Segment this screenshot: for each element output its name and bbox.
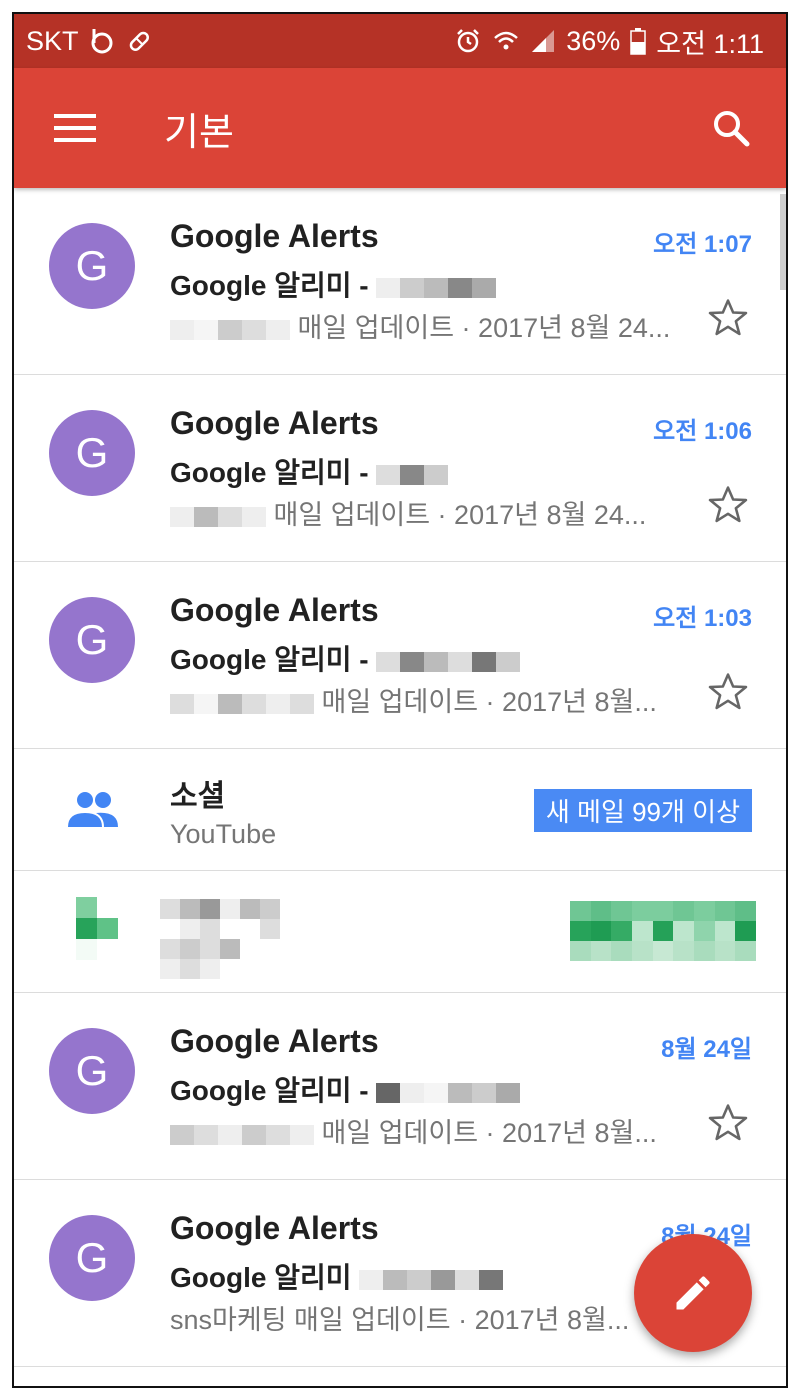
email-row[interactable]: G Google Alerts 오전 1:03 Google 알리미 - 매일 …: [14, 562, 786, 749]
email-snippet-text: 매일 업데이트 · 2017년 8월 24...: [297, 313, 671, 343]
battery-percent: 36%: [566, 25, 621, 56]
status-bar-right: 36% 오전 1:11: [454, 22, 764, 61]
search-button[interactable]: [696, 93, 766, 163]
email-time: 오전 1:03: [653, 605, 752, 632]
redacted-row[interactable]: [14, 871, 786, 993]
star-icon[interactable]: [706, 296, 750, 340]
status-bar: SKT 36% 오전 1:11: [14, 14, 786, 68]
avatar[interactable]: G: [49, 223, 135, 309]
redacted-text: [376, 277, 497, 298]
email-subject-text: Google 알리미: [170, 1262, 352, 1293]
email-subject-text: Google 알리미 -: [170, 1075, 369, 1106]
email-subject-text: Google 알리미 -: [170, 270, 369, 301]
email-row[interactable]: G Google Alerts 8월 24일 Google 알리미 - 매일 업…: [14, 993, 786, 1180]
redacted-text: [376, 651, 521, 672]
signal-icon: [530, 28, 556, 54]
email-time: 8월 24일: [661, 1036, 752, 1063]
email-subject: Google 알리미 -: [170, 451, 449, 491]
page-title: 기본: [164, 111, 234, 154]
email-sender: Google Alerts: [170, 405, 379, 441]
hamburger-menu-icon: [54, 114, 96, 142]
clock: 오전 1:11: [656, 28, 764, 59]
email-subject: Google 알리미 -: [170, 1069, 521, 1109]
email-snippet: sns마케팅 매일 업데이트 · 2017년 8월...: [170, 1305, 630, 1335]
battery-icon: [630, 27, 647, 55]
avatar[interactable]: G: [49, 410, 135, 496]
redacted-text: [170, 693, 314, 714]
redacted-banner: [570, 901, 756, 961]
email-sender: Google Alerts: [170, 1210, 379, 1246]
email-time: 오전 1:06: [653, 418, 752, 445]
menu-button[interactable]: [40, 93, 110, 163]
new-mail-badge: 새 메일 99개 이상: [533, 789, 752, 832]
category-social[interactable]: 소셜 YouTube 새 메일 99개 이상: [14, 749, 786, 871]
email-sender: Google Alerts: [170, 1023, 379, 1059]
b-app-icon: [89, 27, 115, 55]
category-subtitle: YouTube: [170, 819, 277, 849]
email-row[interactable]: G Google Alerts 오전 1:06 Google 알리미 - 매일 …: [14, 375, 786, 562]
redacted-text: [359, 1269, 504, 1290]
redacted-text: [170, 319, 290, 340]
redacted-text: [170, 506, 266, 527]
email-row[interactable]: G Google Alerts 오전 1:07 Google 알리미 - 매일 …: [14, 188, 786, 375]
email-snippet-text: 매일 업데이트 · 2017년 8월...: [321, 1118, 657, 1148]
category-title: 소셜: [170, 780, 226, 813]
star-icon[interactable]: [706, 1101, 750, 1145]
avatar[interactable]: G: [49, 1028, 135, 1114]
status-bar-left: SKT: [26, 26, 153, 57]
mail-list: G Google Alerts 오전 1:07 Google 알리미 - 매일 …: [14, 188, 786, 1367]
email-snippet-text: 매일 업데이트 · 2017년 8월 24...: [273, 500, 647, 530]
app-bar: 기본: [14, 68, 786, 188]
email-snippet: 매일 업데이트 · 2017년 8월 24...: [170, 306, 710, 345]
email-subject: Google 알리미: [170, 1256, 504, 1296]
email-sender: Google Alerts: [170, 592, 379, 628]
email-subject: Google 알리미 -: [170, 638, 521, 678]
search-icon: [714, 111, 750, 147]
email-snippet: 매일 업데이트 · 2017년 8월...: [170, 1111, 710, 1150]
email-subject-text: Google 알리미 -: [170, 457, 369, 488]
email-sender: Google Alerts: [170, 218, 379, 254]
redacted-text: [376, 464, 449, 485]
pill-icon: [125, 27, 153, 55]
redacted-text: [170, 1124, 314, 1145]
compose-button[interactable]: [634, 1234, 752, 1352]
wifi-icon: [492, 27, 520, 55]
carrier-label: SKT: [26, 25, 79, 56]
redacted-text: [376, 1082, 521, 1103]
redacted-logo: [76, 897, 118, 961]
alarm-icon: [454, 27, 482, 55]
email-snippet-text: 매일 업데이트 · 2017년 8월...: [321, 687, 657, 717]
avatar[interactable]: G: [49, 1215, 135, 1301]
avatar[interactable]: G: [49, 597, 135, 683]
email-snippet: 매일 업데이트 · 2017년 8월...: [170, 680, 710, 719]
email-time: 오전 1:07: [653, 231, 752, 258]
pencil-icon: [676, 1276, 710, 1310]
email-subject: Google 알리미 -: [170, 264, 497, 304]
phone-screen: SKT 36% 오전 1:11 기본 G Google Alerts 오전 1:…: [12, 12, 788, 1388]
people-icon: [68, 792, 118, 827]
star-icon[interactable]: [706, 483, 750, 527]
redacted-text: [160, 899, 280, 979]
email-snippet: 매일 업데이트 · 2017년 8월 24...: [170, 493, 710, 532]
star-icon[interactable]: [706, 670, 750, 714]
email-subject-text: Google 알리미 -: [170, 644, 369, 675]
